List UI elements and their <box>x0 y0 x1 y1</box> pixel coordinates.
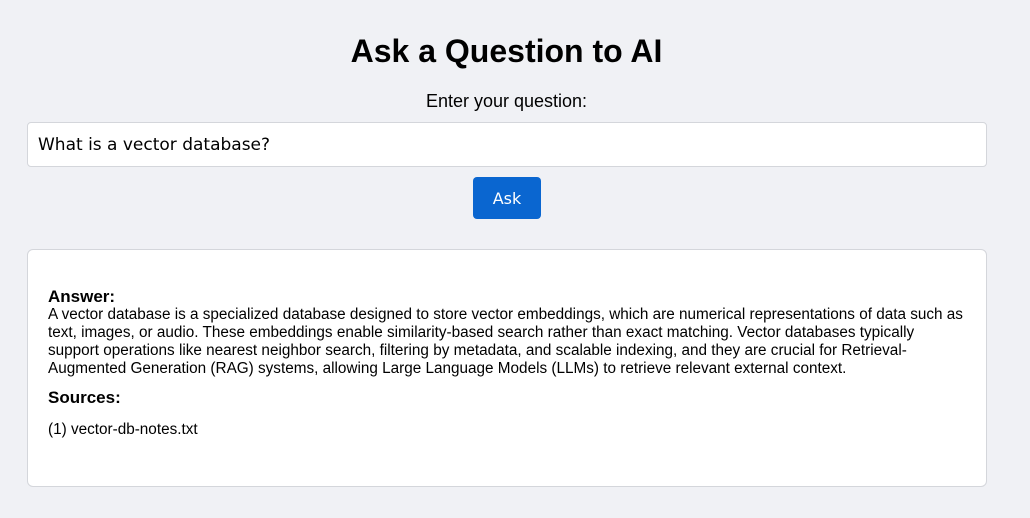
sources-list: (1) vector-db-notes.txt <box>48 421 966 439</box>
question-input[interactable] <box>27 122 987 167</box>
answer-heading: Answer: <box>48 287 116 306</box>
question-label: Enter your question: <box>425 91 588 111</box>
source-item: (1) vector-db-notes.txt <box>48 421 198 438</box>
page-title: Ask a Question to AI <box>350 33 663 69</box>
ask-ai-page: Ask a Question to AI Enter your question… <box>0 0 1030 518</box>
sources-heading: Sources: <box>48 388 121 407</box>
ask-button[interactable]: Ask <box>473 177 541 219</box>
answer-card: Answer: A vector database is a specializ… <box>27 249 987 487</box>
answer-text: A vector database is a specialized datab… <box>48 306 963 377</box>
